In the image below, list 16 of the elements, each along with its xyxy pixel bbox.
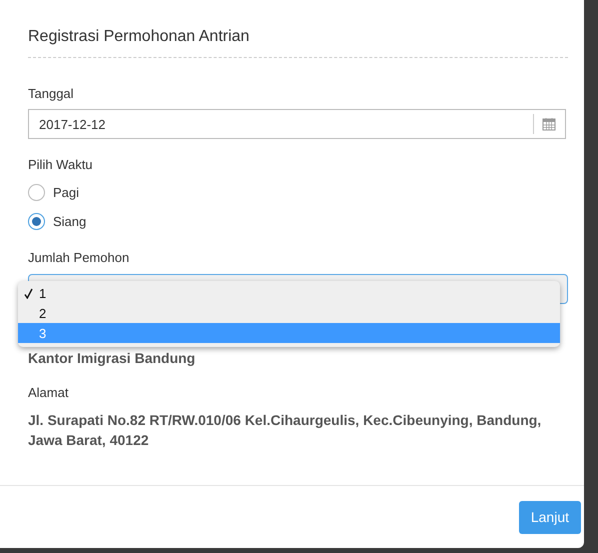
date-field[interactable]: 2017-12-12 [28, 109, 566, 139]
checkmark-icon [24, 288, 33, 298]
field-label: Jumlah Pemohon [28, 250, 130, 265]
field-label: Pilih Waktu [28, 157, 94, 172]
calendar-icon[interactable] [542, 117, 556, 131]
dropdown-option[interactable]: 2 [18, 303, 560, 323]
radio-label[interactable]: Siang [53, 214, 86, 228]
office-name: Kantor Imigrasi Bandung [28, 350, 196, 366]
field-label: Alamat [28, 385, 70, 400]
dropdown-option[interactable]: 1 [18, 283, 560, 303]
address-text: Jl. Surapati No.82 RT/RW.010/06 Kel.Cihaurgeulis, Kec.Cibeunying, Bandung, Jawa Barat, 40122 [28, 411, 542, 450]
radio-button[interactable] [28, 212, 45, 230]
radio-label[interactable]: Pagi [53, 184, 80, 200]
radio-button[interactable] [28, 184, 45, 200]
modal-title: Registrasi Permohonan Antrian [28, 28, 250, 47]
field-label: Tanggal [28, 86, 75, 101]
